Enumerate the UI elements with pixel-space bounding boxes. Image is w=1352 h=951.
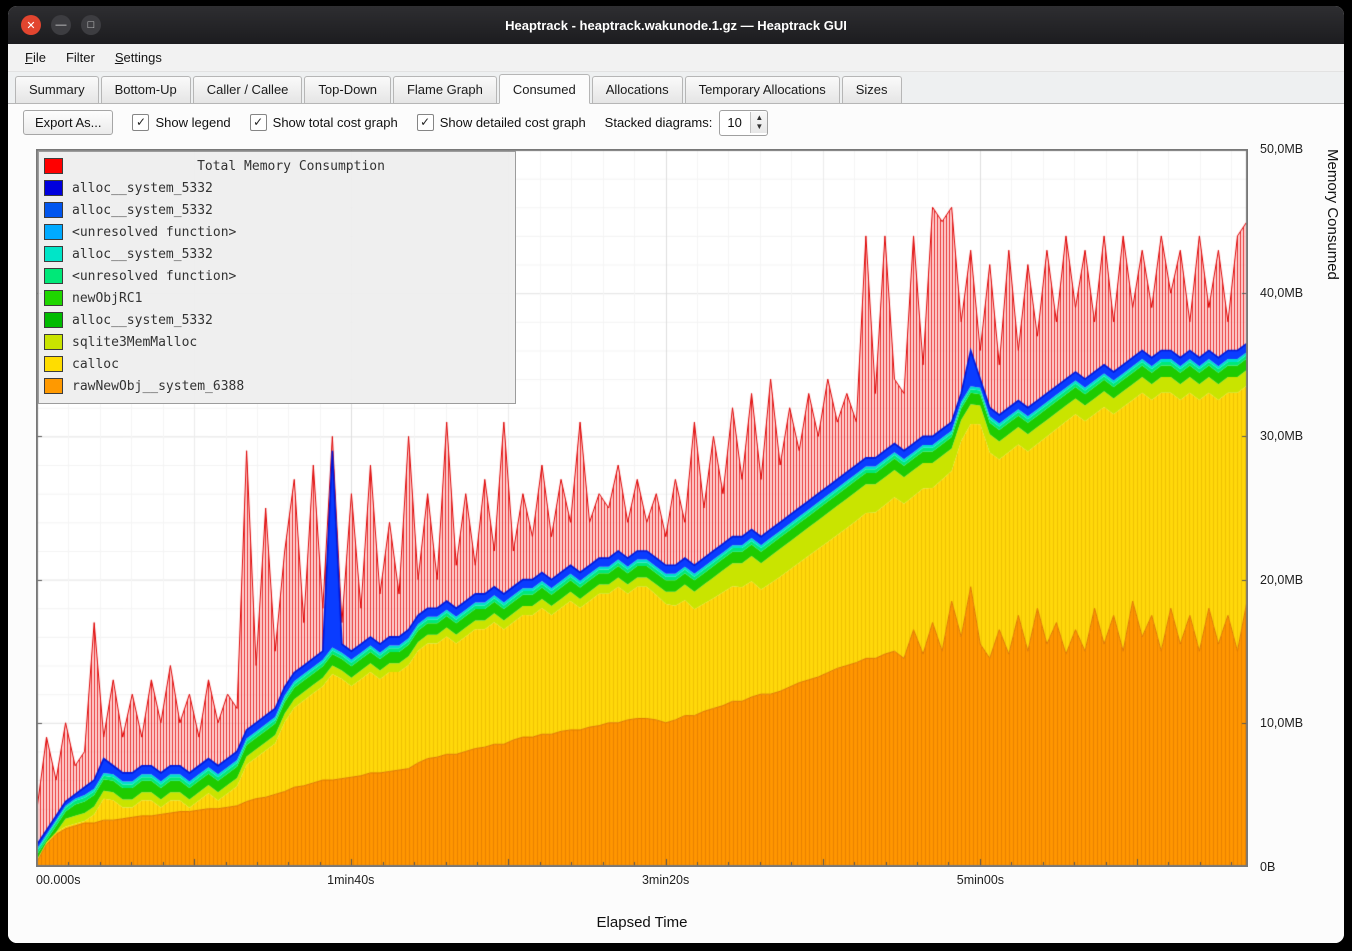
consumed-chart[interactable]: Total Memory Consumption alloc__system_5…	[36, 149, 1248, 867]
legend-item: alloc__system_5332	[44, 243, 510, 265]
legend-label: <unresolved function>	[72, 225, 236, 240]
stacked-diagrams-group: Stacked diagrams: 10 ▲▼	[605, 110, 769, 136]
x-tick-label: 5min00s	[957, 873, 1004, 887]
legend-item: sqlite3MemMalloc	[44, 331, 510, 353]
legend-item: <unresolved function>	[44, 221, 510, 243]
close-button[interactable]: ✕	[21, 15, 41, 35]
y-tick-label: 0B	[1260, 860, 1275, 874]
legend-swatch	[44, 378, 63, 394]
check-icon: ✓	[417, 114, 434, 131]
tab-summary[interactable]: Summary	[15, 76, 99, 103]
legend-swatch	[44, 356, 63, 372]
legend-item: alloc__system_5332	[44, 199, 510, 221]
legend-title-row: Total Memory Consumption	[44, 155, 510, 177]
show-detailed-cost-graph-checkbox[interactable]: ✓ Show detailed cost graph	[417, 114, 586, 131]
x-axis-ticks: 00.000s 1min40s 3min20s 5min00s	[36, 871, 1248, 889]
tab-sizes[interactable]: Sizes	[842, 76, 902, 103]
show-total-cost-graph-checkbox[interactable]: ✓ Show total cost graph	[250, 114, 398, 131]
checkbox-group: ✓ Show legend ✓ Show total cost graph ✓ Show …	[132, 114, 585, 131]
legend-item: alloc__system_5332	[44, 309, 510, 331]
spinbox-buttons[interactable]: ▲▼	[750, 112, 767, 134]
menu-filter[interactable]: Filter	[57, 47, 104, 68]
legend-label: alloc__system_5332	[72, 203, 213, 218]
legend-label: alloc__system_5332	[72, 247, 213, 262]
x-tick-label: 3min20s	[642, 873, 689, 887]
checkbox-label: Show detailed cost graph	[440, 115, 586, 130]
x-axis-title: Elapsed Time	[36, 914, 1248, 931]
legend-swatch	[44, 268, 63, 284]
tab-top-down[interactable]: Top-Down	[304, 76, 391, 103]
legend-swatch	[44, 334, 63, 350]
stacked-diagrams-label: Stacked diagrams:	[605, 115, 713, 130]
legend-item: <unresolved function>	[44, 265, 510, 287]
legend-label: alloc__system_5332	[72, 313, 213, 328]
legend-title: Total Memory Consumption	[72, 159, 510, 174]
tab-caller-callee[interactable]: Caller / Callee	[193, 76, 303, 103]
check-icon: ✓	[250, 114, 267, 131]
checkbox-label: Show total cost graph	[273, 115, 398, 130]
maximize-button[interactable]: □	[81, 15, 101, 35]
legend-label: sqlite3MemMalloc	[72, 335, 197, 350]
y-tick-label: 20,0MB	[1260, 573, 1303, 587]
minimize-button[interactable]: —	[51, 15, 71, 35]
tab-bar: SummaryBottom-UpCaller / CalleeTop-DownF…	[8, 72, 1344, 104]
y-tick-label: 10,0MB	[1260, 716, 1303, 730]
legend-swatch	[44, 312, 63, 328]
x-tick-label: 1min40s	[327, 873, 374, 887]
chart-region: Total Memory Consumption alloc__system_5…	[8, 141, 1344, 943]
legend-label: <unresolved function>	[72, 269, 236, 284]
show-legend-checkbox[interactable]: ✓ Show legend	[132, 114, 230, 131]
menu-file[interactable]: File	[16, 47, 55, 68]
window-controls: ✕ — □	[21, 15, 101, 35]
spin-down-icon[interactable]: ▼	[755, 123, 763, 132]
chart-legend: Total Memory Consumption alloc__system_5…	[38, 151, 516, 404]
tab-allocations[interactable]: Allocations	[592, 76, 683, 103]
legend-item: newObjRC1	[44, 287, 510, 309]
tab-flame-graph[interactable]: Flame Graph	[393, 76, 497, 103]
checkbox-label: Show legend	[155, 115, 230, 130]
y-tick-label: 30,0MB	[1260, 429, 1303, 443]
legend-item: calloc	[44, 353, 510, 375]
x-tick-label: 00.000s	[36, 873, 80, 887]
titlebar: ✕ — □ Heaptrack - heaptrack.wakunode.1.g…	[8, 6, 1344, 44]
legend-label: alloc__system_5332	[72, 181, 213, 196]
legend-swatch	[44, 290, 63, 306]
check-icon: ✓	[132, 114, 149, 131]
y-axis-title: Memory Consumed	[1324, 149, 1341, 867]
legend-swatch	[44, 202, 63, 218]
tab-temporary-allocations[interactable]: Temporary Allocations	[685, 76, 840, 103]
legend-label: rawNewObj__system_6388	[72, 379, 244, 394]
legend-label: calloc	[72, 357, 119, 372]
y-tick-label: 40,0MB	[1260, 286, 1303, 300]
stacked-diagrams-spinbox[interactable]: 10 ▲▼	[719, 110, 768, 136]
legend-entries: alloc__system_5332 alloc__system_5332 <unr…	[44, 177, 510, 397]
tab-consumed[interactable]: Consumed	[499, 74, 590, 104]
legend-item: alloc__system_5332	[44, 177, 510, 199]
export-as-button[interactable]: Export As...	[23, 110, 113, 135]
menu-settings[interactable]: Settings	[106, 47, 171, 68]
menu-bar: FileFilterSettings	[8, 44, 1344, 72]
tab-bottom-up[interactable]: Bottom-Up	[101, 76, 191, 103]
legend-swatch	[44, 180, 63, 196]
heaptrack-window: ✕ — □ Heaptrack - heaptrack.wakunode.1.g…	[8, 6, 1344, 943]
legend-swatch	[44, 158, 63, 174]
toolbar: Export As... ✓ Show legend ✓ Show total cos…	[8, 104, 1344, 141]
y-tick-label: 50,0MB	[1260, 142, 1303, 156]
stacked-diagrams-value: 10	[720, 115, 750, 130]
legend-swatch	[44, 224, 63, 240]
legend-swatch	[44, 246, 63, 262]
window-title: Heaptrack - heaptrack.wakunode.1.gz — He…	[8, 18, 1344, 33]
legend-item: rawNewObj__system_6388	[44, 375, 510, 397]
legend-label: newObjRC1	[72, 291, 142, 306]
